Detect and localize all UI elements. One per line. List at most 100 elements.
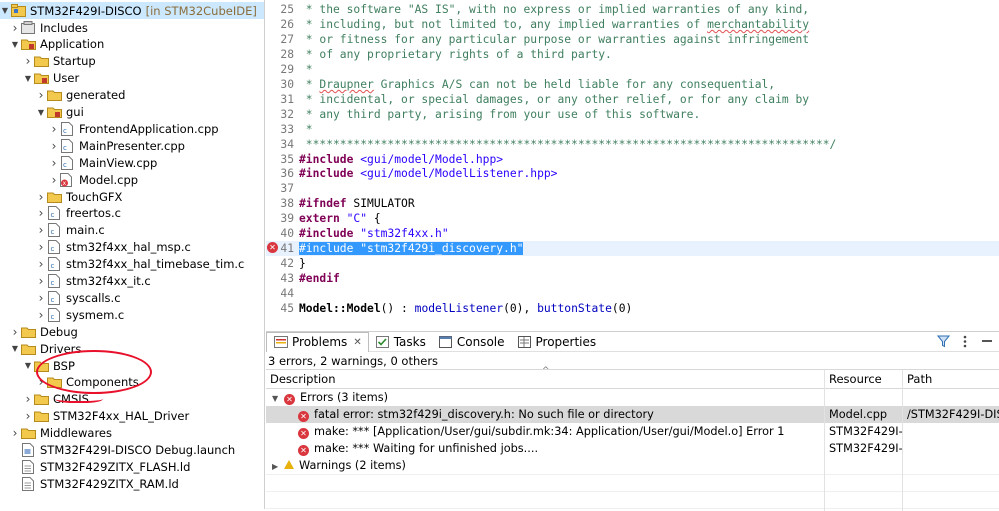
chevron-right-icon[interactable]: › xyxy=(10,323,20,340)
tree-item[interactable]: › c freertos.c xyxy=(0,205,264,222)
tree-item[interactable]: › c sysmem.c xyxy=(0,306,264,323)
chevron-right-icon[interactable]: › xyxy=(36,256,46,273)
tree-item[interactable]: › c stm32f4xx_hal_msp.c xyxy=(0,239,264,256)
chevron-right-icon[interactable]: › xyxy=(49,171,59,188)
tree-item[interactable]: ▼ BSP xyxy=(0,357,264,374)
tree-item[interactable]: ▼ Application xyxy=(0,36,264,53)
code-line[interactable]: 32 * any third party, arising from your … xyxy=(266,107,999,122)
code-line[interactable]: 37 xyxy=(266,181,999,196)
tree-item[interactable]: › Debug xyxy=(0,323,264,340)
chevron-right-icon[interactable]: › xyxy=(10,425,20,442)
code-line[interactable]: 45 Model::Model() : modelListener(0), but… xyxy=(266,301,999,316)
code-line[interactable]: 43 #endif xyxy=(266,271,999,286)
tab-properties[interactable]: Properties xyxy=(511,332,603,352)
chevron-right-icon[interactable]: › xyxy=(49,120,59,137)
code-line[interactable]: 34 *************************************… xyxy=(266,137,999,152)
tree-item[interactable]: ▼ User xyxy=(0,70,264,87)
column-header-path[interactable]: Path xyxy=(902,370,999,389)
code-text: * incidental, or special damages, or any… xyxy=(299,92,809,107)
chevron-right-icon[interactable]: › xyxy=(49,154,59,171)
tree-item[interactable]: STM32F429ZITX_RAM.ld xyxy=(0,475,264,492)
tab-problems[interactable]: Problems ✕ xyxy=(266,331,369,352)
chevron-down-icon[interactable]: ▼ xyxy=(10,36,20,53)
chevron-right-icon[interactable]: › xyxy=(36,374,46,391)
tree-project-root[interactable]: ▼ STM32F429I-DISCO [in STM32CubeIDE] xyxy=(0,2,264,19)
code-editor[interactable]: 25 * the software "AS IS", with no expre… xyxy=(266,0,999,322)
code-text: Model::Model() : modelListener(0), butto… xyxy=(299,301,632,316)
project-icon xyxy=(10,4,26,18)
view-menu-icon[interactable] xyxy=(957,333,973,349)
tree-item[interactable]: STM32F429ZITX_FLASH.ld xyxy=(0,458,264,475)
table-row[interactable]: ✕ make: *** [Application/User/gui/subdir.… xyxy=(266,423,999,440)
tree-item[interactable]: › Includes xyxy=(0,19,264,36)
chevron-right-icon[interactable]: › xyxy=(36,188,46,205)
column-header-resource[interactable]: Resource xyxy=(824,370,902,389)
code-line[interactable]: 28 * of any proprietary rights of a thir… xyxy=(266,47,999,62)
tree-item[interactable]: › CMSIS xyxy=(0,391,264,408)
chevron-right-icon[interactable]: › xyxy=(23,391,33,408)
code-line[interactable]: 36 #include <gui/model/ModelListener.hpp> xyxy=(266,166,999,181)
tree-item[interactable]: › Startup xyxy=(0,53,264,70)
tree-item[interactable]: ▼ Drivers xyxy=(0,340,264,357)
minimize-icon[interactable] xyxy=(979,333,995,349)
close-icon[interactable]: ✕ xyxy=(353,337,361,348)
tab-console[interactable]: Console xyxy=(432,332,511,352)
chevron-right-icon[interactable]: › xyxy=(10,19,20,36)
filter-icon[interactable] xyxy=(935,333,951,349)
errors-group-row[interactable]: ▼ ✕ Errors (3 items) xyxy=(266,389,999,406)
code-line[interactable]: 42} xyxy=(266,256,999,271)
chevron-down-icon[interactable]: ▼ xyxy=(23,357,33,374)
tree-item[interactable]: › c stm32f4xx_hal_timebase_tim.c xyxy=(0,256,264,273)
tree-item[interactable]: › c syscalls.c xyxy=(0,289,264,306)
code-line[interactable]: 35 #include <gui/model/Model.hpp> xyxy=(266,152,999,167)
chevron-right-icon[interactable]: › xyxy=(23,408,33,425)
tree-item[interactable]: › generated xyxy=(0,87,264,104)
code-line[interactable]: 27 * or fitness for any particular purpo… xyxy=(266,32,999,47)
chevron-right-icon[interactable]: ▶ xyxy=(272,458,284,474)
tree-item[interactable]: › Middlewares xyxy=(0,425,264,442)
code-line[interactable]: 39 extern "C" { xyxy=(266,211,999,226)
chevron-right-icon[interactable]: › xyxy=(49,137,59,154)
tree-item[interactable]: › c FrontendApplication.cpp xyxy=(0,120,264,137)
code-line[interactable]: 31 * incidental, or special damages, or … xyxy=(266,92,999,107)
table-row[interactable]: ✕ fatal error: stm32f429i_discovery.h: No… xyxy=(266,406,999,423)
tab-tasks[interactable]: Tasks xyxy=(369,332,432,352)
tree-item[interactable]: › x Model.cpp xyxy=(0,171,264,188)
chevron-right-icon[interactable]: › xyxy=(36,239,46,256)
tree-item[interactable]: › c stm32f4xx_it.c xyxy=(0,273,264,290)
code-comment: * xyxy=(299,122,313,136)
code-line[interactable]: 25 * the software "AS IS", with no expre… xyxy=(266,2,999,17)
code-line[interactable]: 41 ✕ #include "stm32f429i_discovery.h" xyxy=(266,241,999,257)
chevron-down-icon[interactable]: ▼ xyxy=(0,2,10,19)
chevron-right-icon[interactable]: › xyxy=(36,273,46,290)
code-line[interactable]: 29 * xyxy=(266,62,999,77)
code-string: <gui/model/ModelListener.hpp> xyxy=(360,167,558,181)
tree-item[interactable]: › c MainView.cpp xyxy=(0,154,264,171)
chevron-right-icon[interactable]: › xyxy=(36,205,46,222)
chevron-right-icon[interactable]: › xyxy=(36,222,46,239)
chevron-down-icon[interactable]: ▼ xyxy=(36,104,46,121)
code-line[interactable]: 38 #ifndef SIMULATOR xyxy=(266,196,999,211)
warnings-group-row[interactable]: ▶ Warnings (2 items) xyxy=(266,457,999,474)
chevron-right-icon[interactable]: › xyxy=(36,289,46,306)
chevron-right-icon[interactable]: › xyxy=(36,306,46,323)
code-line[interactable]: 26 * including, but not limited to, any … xyxy=(266,17,999,32)
chevron-right-icon[interactable]: › xyxy=(23,53,33,70)
table-row[interactable]: ✕ make: *** Waiting for unfinished jobs..… xyxy=(266,440,999,457)
tree-item[interactable]: › TouchGFX xyxy=(0,188,264,205)
code-line[interactable]: 33 * xyxy=(266,122,999,137)
tree-item[interactable]: › STM32F4xx_HAL_Driver xyxy=(0,408,264,425)
tree-item[interactable]: › c MainPresenter.cpp xyxy=(0,137,264,154)
chevron-down-icon[interactable]: ▼ xyxy=(23,70,33,87)
chevron-down-icon[interactable]: ▼ xyxy=(272,390,284,406)
tree-item[interactable]: STM32F429I-DISCO Debug.launch xyxy=(0,442,264,459)
chevron-right-icon[interactable]: › xyxy=(36,87,46,104)
code-line[interactable]: 44 xyxy=(266,286,999,301)
code-line[interactable]: 40 #include "stm32f4xx.h" xyxy=(266,226,999,241)
tree-item[interactable]: ▼ gui xyxy=(0,104,264,121)
chevron-down-icon[interactable]: ▼ xyxy=(10,340,20,357)
tree-item[interactable]: › c main.c xyxy=(0,222,264,239)
tree-item[interactable]: › Components xyxy=(0,374,264,391)
code-line[interactable]: 30 * Draupner Graphics A/S can not be he… xyxy=(266,77,999,92)
code-comment: * xyxy=(299,62,313,76)
